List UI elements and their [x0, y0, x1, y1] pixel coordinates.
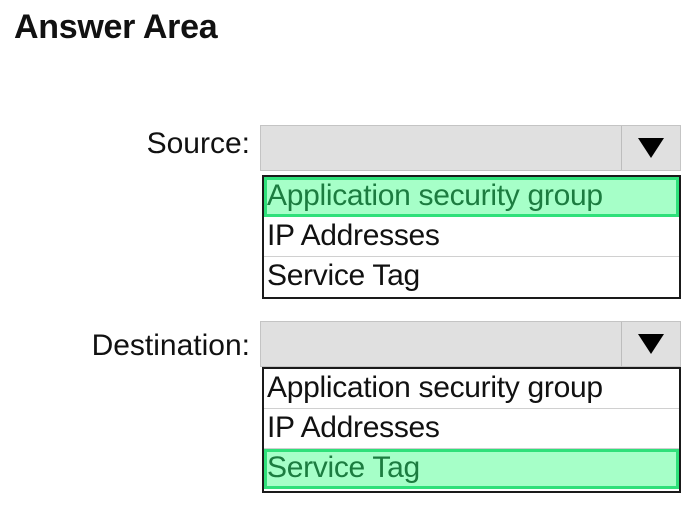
source-label: Source: — [146, 127, 250, 160]
destination-dropdown[interactable] — [260, 321, 681, 367]
triangle-down-icon — [638, 334, 664, 354]
destination-option-service-tag[interactable]: Service Tag — [264, 449, 679, 489]
destination-dropdown-arrow-button[interactable] — [621, 322, 680, 366]
source-option-application-security-group[interactable]: Application security group — [264, 177, 679, 217]
destination-options-list: Application security group IP Addresses … — [262, 367, 681, 493]
destination-label: Destination: — [91, 329, 250, 362]
triangle-down-icon — [638, 138, 664, 158]
destination-option-ip-addresses[interactable]: IP Addresses — [264, 409, 679, 449]
source-options-list: Application security group IP Addresses … — [262, 175, 681, 299]
destination-dropdown-value — [261, 322, 621, 366]
destination-option-application-security-group[interactable]: Application security group — [264, 369, 679, 409]
source-dropdown-value — [261, 126, 621, 170]
source-dropdown-arrow-button[interactable] — [621, 126, 680, 170]
source-option-ip-addresses[interactable]: IP Addresses — [264, 217, 679, 257]
source-dropdown[interactable] — [260, 125, 681, 171]
answer-area-title: Answer Area — [14, 8, 218, 46]
source-option-service-tag[interactable]: Service Tag — [264, 257, 679, 297]
